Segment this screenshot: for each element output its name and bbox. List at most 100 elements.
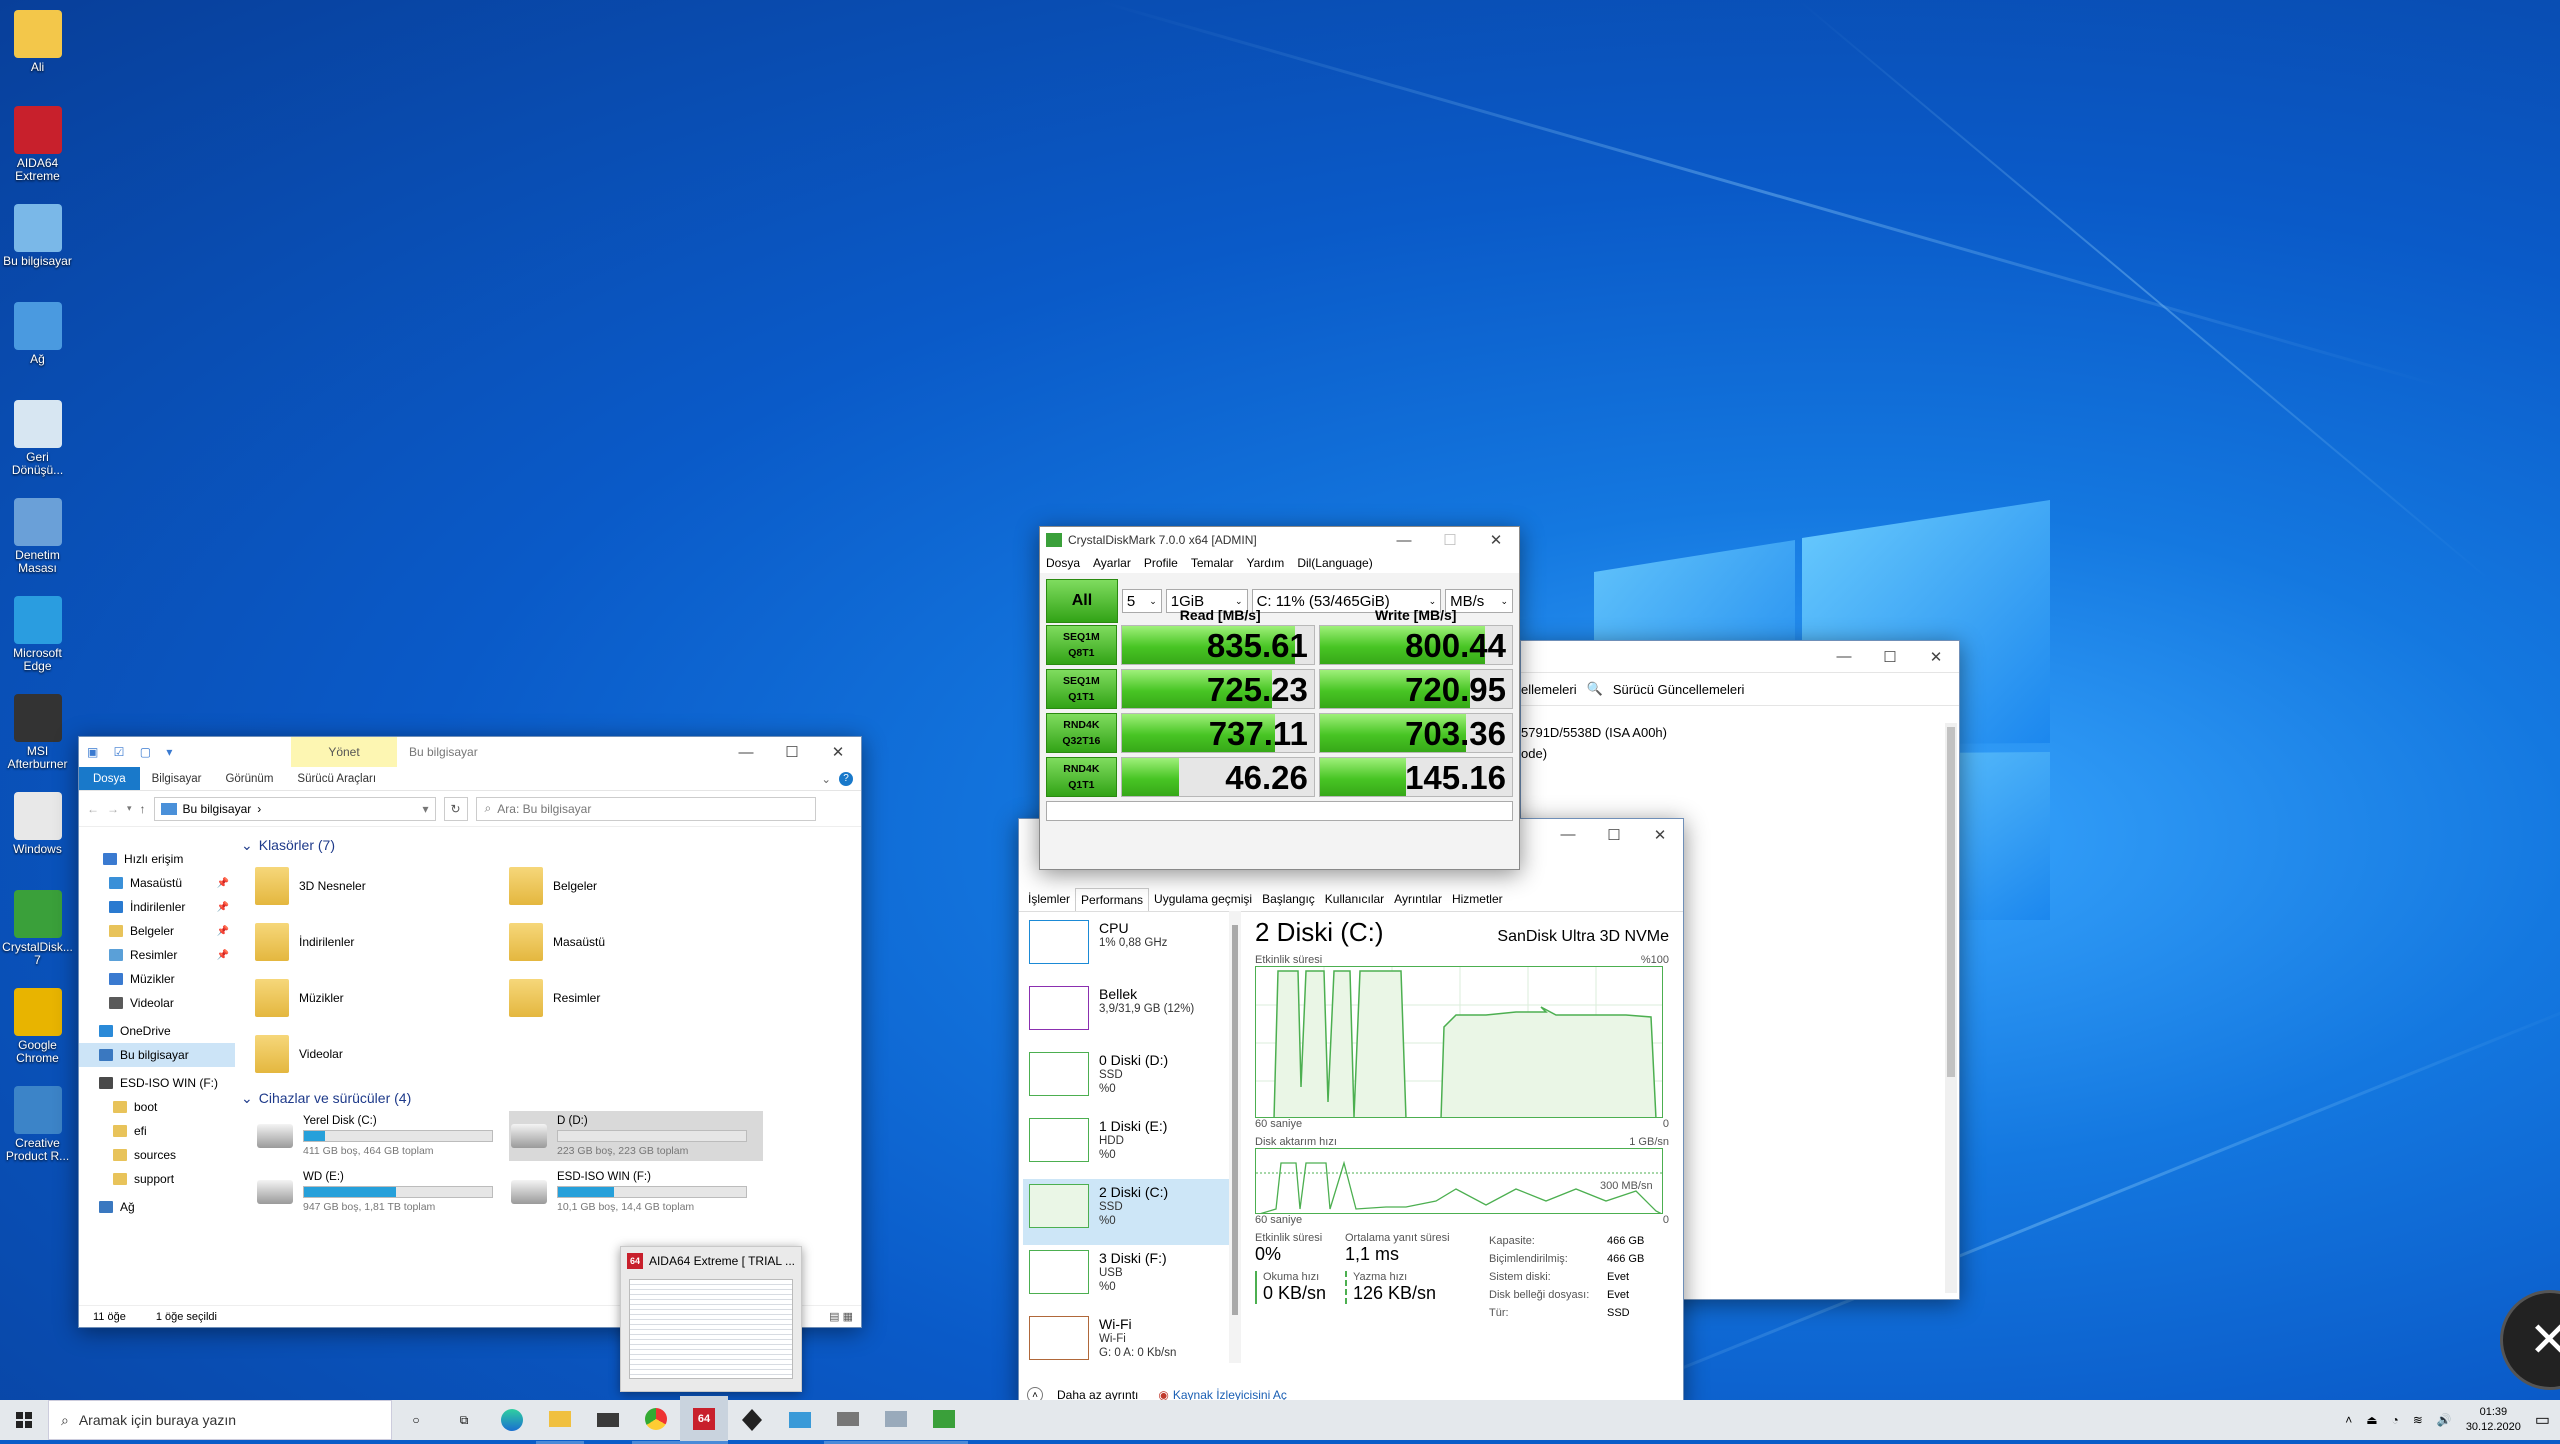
test-button[interactable]: RND4K Q1T1 <box>1046 757 1117 797</box>
nav-item[interactable]: sources <box>79 1143 235 1167</box>
menu-item[interactable]: Yardım <box>1247 556 1285 570</box>
pin-icon[interactable]: 📌 <box>217 878 229 889</box>
tm-tab[interactable]: İşlemler <box>1023 888 1075 911</box>
perf-item[interactable]: CPU 1% 0,88 GHz <box>1023 915 1229 981</box>
edge-taskbar-icon[interactable] <box>488 1396 536 1444</box>
folder-item[interactable]: İndirilenler <box>255 916 509 968</box>
close-button[interactable]: ✕ <box>1637 819 1683 850</box>
drive-item[interactable]: D (D:) 223 GB boş, 223 GB toplam <box>509 1111 763 1161</box>
menu-item[interactable]: Dil(Language) <box>1297 556 1372 570</box>
back-icon[interactable]: ← <box>87 802 99 816</box>
ribbon-tab[interactable]: Görünüm <box>213 767 285 790</box>
aida64-taskbar-icon[interactable]: 64 <box>680 1396 728 1444</box>
desktop-icon[interactable]: Ali <box>0 10 75 74</box>
pin-icon[interactable]: 📌 <box>217 926 229 937</box>
folders-header[interactable]: ⌄ Klasörler (7) <box>241 837 855 854</box>
toolbar-tail-text[interactable]: ellemeleri <box>1521 682 1577 697</box>
desktop-icon[interactable]: Geri Dönüşü... <box>0 400 75 477</box>
nav-item[interactable]: Ağ <box>79 1195 235 1219</box>
ribbon-tab[interactable]: Dosya <box>79 767 140 790</box>
drive-item[interactable]: Yerel Disk (C:) 411 GB boş, 464 GB toplam <box>255 1111 509 1161</box>
chevron-down-icon[interactable]: ⌄ <box>821 767 839 790</box>
close-button[interactable]: ✕ <box>1913 641 1959 672</box>
test-button[interactable]: SEQ1M Q1T1 <box>1046 669 1117 709</box>
test-button[interactable]: RND4K Q32T16 <box>1046 713 1117 753</box>
list-scrollbar[interactable] <box>1229 911 1241 1363</box>
tm-tab[interactable]: Ayrıntılar <box>1389 888 1447 911</box>
search-input[interactable]: ⌕ Ara: Bu bilgisayar <box>475 796 816 821</box>
minimize-button[interactable]: — <box>723 737 769 768</box>
driver-updates-link[interactable]: Sürücü Güncellemeleri <box>1613 682 1745 697</box>
perf-item[interactable]: Wi-Fi Wi-Fi G: 0 A: 0 Kb/sn <box>1023 1311 1229 1375</box>
address-bar[interactable]: Bu bilgisayar › ▾ <box>153 796 436 821</box>
file-explorer-window[interactable]: ▣ ☑ ▢ ▾ Yönet Bu bilgisayar — ☐ ✕ Dosya Bil… <box>78 736 862 1328</box>
device-manager-taskbar-icon[interactable] <box>824 1396 872 1444</box>
msi-taskbar-icon[interactable] <box>728 1396 776 1444</box>
desktop-icon[interactable]: Google Chrome <box>0 988 75 1065</box>
chrome-taskbar-icon[interactable] <box>632 1396 680 1444</box>
ribbon-tab[interactable]: Bilgisayar <box>140 767 214 790</box>
drive-item[interactable]: ESD-ISO WIN (F:) 10,1 GB boş, 14,4 GB top… <box>509 1167 763 1217</box>
desktop-icon[interactable]: Creative Product R... <box>0 1086 75 1163</box>
manage-ribbon-tab[interactable]: Yönet <box>291 737 397 767</box>
menu-item[interactable]: Profile <box>1144 556 1178 570</box>
network-icon[interactable]: ◔ <box>2392 1413 2399 1427</box>
desktop-icon[interactable]: CrystalDisk... 7 <box>0 890 75 967</box>
tm-tab[interactable]: Kullanıcılar <box>1320 888 1389 911</box>
tm-tab[interactable]: Uygulama geçmişi <box>1149 888 1257 911</box>
perf-item[interactable]: Bellek 3,9/31,9 GB (12%) <box>1023 981 1229 1047</box>
chevron-up-icon[interactable]: ˄ <box>2345 1413 2352 1427</box>
aida64-thumbnail[interactable]: 64 AIDA64 Extreme [ TRIAL ... <box>620 1246 802 1392</box>
close-button[interactable]: ✕ <box>1473 527 1519 553</box>
nav-item[interactable]: Belgeler 📌 <box>79 919 235 943</box>
volume-icon[interactable]: 🔊 <box>2437 1413 2452 1427</box>
up-icon[interactable]: ↑ <box>140 802 146 816</box>
nav-item[interactable]: Müzikler <box>79 967 235 991</box>
menu-item[interactable]: Ayarlar <box>1093 556 1131 570</box>
test-button[interactable]: SEQ1M Q8T1 <box>1046 625 1117 665</box>
task-view-icon[interactable]: ⧉ <box>440 1396 488 1444</box>
remote-desktop-taskbar-icon[interactable] <box>776 1396 824 1444</box>
pin-icon[interactable]: 📌 <box>217 950 229 961</box>
cortana-icon[interactable]: ○ <box>392 1396 440 1444</box>
desktop-icon[interactable]: AIDA64 Extreme <box>0 106 75 183</box>
nav-item[interactable]: support <box>79 1167 235 1191</box>
desktop-icon[interactable]: Windows <box>0 792 75 856</box>
nav-item[interactable]: Hızlı erişim <box>79 847 235 871</box>
nav-item[interactable]: OneDrive <box>79 1019 235 1043</box>
tm-tab[interactable]: Hizmetler <box>1447 888 1508 911</box>
desktop-icon[interactable]: Bu bilgisayar <box>0 204 75 268</box>
perf-item[interactable]: 2 Diski (C:) SSD %0 <box>1023 1179 1229 1245</box>
help-icon[interactable]: ? <box>839 772 853 786</box>
menu-item[interactable]: Temalar <box>1191 556 1234 570</box>
forward-icon[interactable]: → <box>107 802 119 816</box>
desktop-icon[interactable]: MSI Afterburner <box>0 694 75 771</box>
folder-item[interactable]: Videolar <box>255 1028 509 1080</box>
devices-header[interactable]: ⌄ Cihazlar ve sürücüler (4) <box>241 1090 855 1107</box>
perf-item[interactable]: 3 Diski (F:) USB %0 <box>1023 1245 1229 1311</box>
desktop-icon[interactable]: Microsoft Edge <box>0 596 75 673</box>
file-explorer-taskbar-icon[interactable] <box>536 1396 584 1444</box>
close-button[interactable]: ✕ <box>815 737 861 768</box>
pin-icon[interactable]: 📌 <box>217 902 229 913</box>
crystaldiskmark-taskbar-icon[interactable] <box>920 1396 968 1444</box>
nav-item[interactable]: efi <box>79 1119 235 1143</box>
taskbar-search-box[interactable]: ⌕ Aramak için buraya yazın <box>48 1400 392 1440</box>
notification-icon[interactable]: ▭ <box>2535 1410 2550 1430</box>
tm-tab[interactable]: Performans <box>1075 888 1150 911</box>
qat-icons[interactable]: ▣ ☑ ▢ ▾ <box>87 745 178 759</box>
comment-field[interactable] <box>1046 801 1513 821</box>
ribbon-tab[interactable]: Sürücü Araçları <box>285 767 388 790</box>
refresh-icon[interactable]: ↻ <box>443 796 468 821</box>
folder-item[interactable]: Masaüstü <box>509 916 763 968</box>
clock[interactable]: 01:39 30.12.2020 <box>2466 1405 2521 1435</box>
maximize-button[interactable]: ☐ <box>769 737 815 768</box>
desktop-icon[interactable]: Denetim Masası <box>0 498 75 575</box>
crystaldiskmark-window[interactable]: CrystalDiskMark 7.0.0 x64 [ADMIN] — ☐ ✕ … <box>1039 526 1520 870</box>
start-button[interactable] <box>0 1400 48 1440</box>
menu-item[interactable]: Dosya <box>1046 556 1080 570</box>
nav-item[interactable]: Bu bilgisayar <box>79 1043 235 1067</box>
minimize-button[interactable]: — <box>1545 819 1591 850</box>
folder-item[interactable]: Resimler <box>509 972 763 1024</box>
task-manager-taskbar-icon[interactable] <box>872 1396 920 1444</box>
